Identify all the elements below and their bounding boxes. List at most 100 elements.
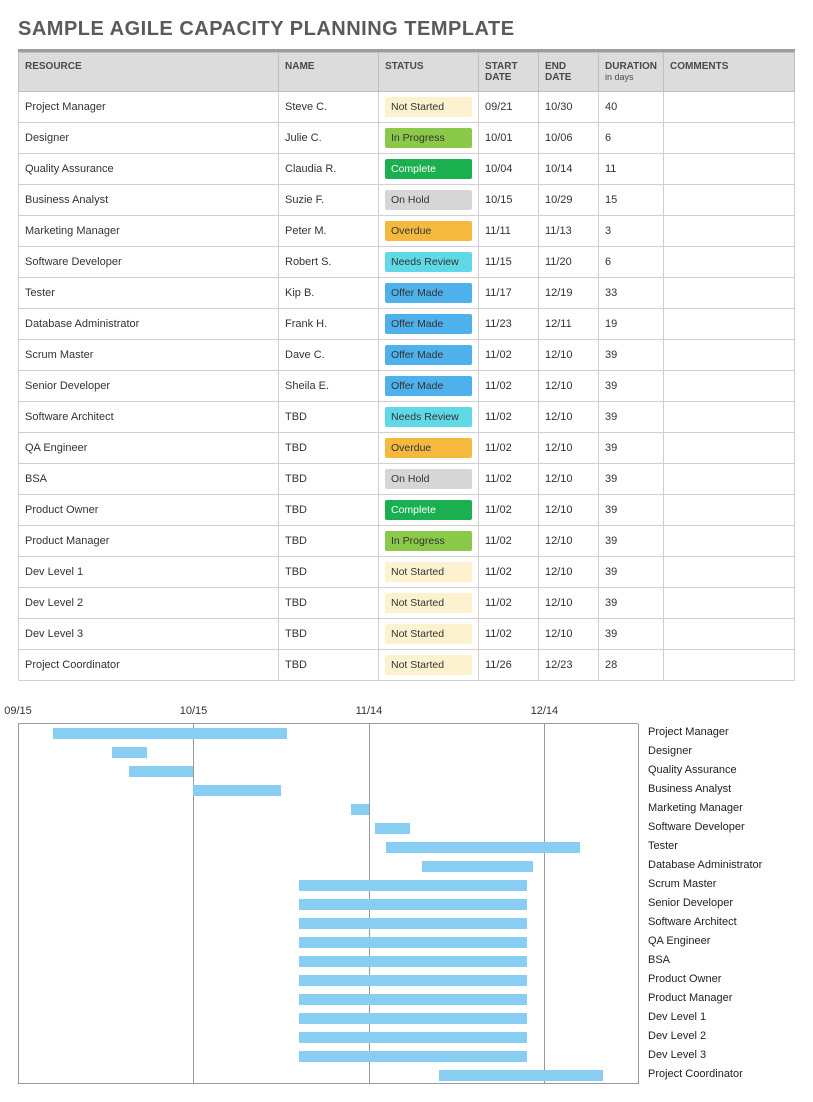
- table-row: Dev Level 3TBDNot Started11/0212/1039: [19, 619, 795, 650]
- gantt-row: [18, 819, 638, 838]
- resource-cell: BSA: [19, 464, 279, 495]
- status-cell: Complete: [379, 154, 479, 185]
- col-resource-header: RESOURCE: [19, 53, 279, 92]
- end-date-cell: 12/10: [539, 526, 599, 557]
- status-chip: Complete: [385, 159, 472, 179]
- start-date-cell: 11/02: [479, 402, 539, 433]
- status-chip: Overdue: [385, 438, 472, 458]
- resource-cell: Software Developer: [19, 247, 279, 278]
- gantt-row: [18, 781, 638, 800]
- name-cell: TBD: [279, 557, 379, 588]
- gantt-row: [18, 762, 638, 781]
- gantt-bar: [299, 1013, 527, 1024]
- start-date-cell: 11/02: [479, 371, 539, 402]
- table-row: Senior DeveloperSheila E.Offer Made11/02…: [19, 371, 795, 402]
- start-date-cell: 10/01: [479, 123, 539, 154]
- table-row: Scrum MasterDave C.Offer Made11/0212/103…: [19, 340, 795, 371]
- status-cell: Overdue: [379, 216, 479, 247]
- start-date-cell: 10/15: [479, 185, 539, 216]
- start-date-cell: 09/21: [479, 92, 539, 123]
- duration-cell: 6: [599, 247, 664, 278]
- start-date-cell: 11/02: [479, 557, 539, 588]
- status-chip: Needs Review: [385, 407, 472, 427]
- table-row: Project CoordinatorTBDNot Started11/2612…: [19, 650, 795, 681]
- gantt-bar: [351, 804, 369, 815]
- gantt-row-label: Product Owner: [638, 970, 795, 989]
- table-row: Software DeveloperRobert S.Needs Review1…: [19, 247, 795, 278]
- name-cell: Suzie F.: [279, 185, 379, 216]
- gantt-bar: [299, 937, 527, 948]
- table-row: Project ManagerSteve C.Not Started09/211…: [19, 92, 795, 123]
- start-date-cell: 11/02: [479, 433, 539, 464]
- gantt-axis-tick: 12/14: [531, 705, 559, 717]
- capacity-table: RESOURCE NAME STATUS START DATE END DATE…: [18, 52, 795, 681]
- duration-cell: 15: [599, 185, 664, 216]
- status-chip: Not Started: [385, 593, 472, 613]
- gantt-row-labels: Project ManagerDesignerQuality Assurance…: [638, 705, 795, 1084]
- resource-cell: Software Architect: [19, 402, 279, 433]
- table-row: Product OwnerTBDComplete11/0212/1039: [19, 495, 795, 526]
- gantt-bar: [439, 1070, 603, 1081]
- gantt-row-label: Scrum Master: [638, 875, 795, 894]
- name-cell: TBD: [279, 495, 379, 526]
- status-cell: Offer Made: [379, 340, 479, 371]
- end-date-cell: 10/14: [539, 154, 599, 185]
- status-cell: Not Started: [379, 619, 479, 650]
- table-row: Dev Level 1TBDNot Started11/0212/1039: [19, 557, 795, 588]
- resource-cell: Designer: [19, 123, 279, 154]
- end-date-cell: 12/10: [539, 371, 599, 402]
- gantt-row-label: QA Engineer: [638, 932, 795, 951]
- resource-cell: QA Engineer: [19, 433, 279, 464]
- status-cell: Complete: [379, 495, 479, 526]
- gantt-row-label: Business Analyst: [638, 780, 795, 799]
- start-date-cell: 11/02: [479, 526, 539, 557]
- resource-cell: Tester: [19, 278, 279, 309]
- end-date-cell: 10/30: [539, 92, 599, 123]
- table-row: Software ArchitectTBDNeeds Review11/0212…: [19, 402, 795, 433]
- resource-cell: Product Manager: [19, 526, 279, 557]
- status-chip: Offer Made: [385, 283, 472, 303]
- gantt-bar: [299, 899, 527, 910]
- resource-cell: Dev Level 1: [19, 557, 279, 588]
- start-date-cell: 11/11: [479, 216, 539, 247]
- status-chip: Not Started: [385, 562, 472, 582]
- end-date-cell: 11/13: [539, 216, 599, 247]
- status-chip: Overdue: [385, 221, 472, 241]
- gantt-bar: [299, 994, 527, 1005]
- gantt-row-label: Dev Level 2: [638, 1027, 795, 1046]
- start-date-cell: 11/17: [479, 278, 539, 309]
- comments-cell: [664, 216, 795, 247]
- col-status-header: STATUS: [379, 53, 479, 92]
- gantt-bar: [299, 1032, 527, 1043]
- name-cell: Kip B.: [279, 278, 379, 309]
- status-cell: On Hold: [379, 185, 479, 216]
- end-date-cell: 12/10: [539, 495, 599, 526]
- gantt-row-label: Tester: [638, 837, 795, 856]
- gantt-row: [18, 1066, 638, 1085]
- status-cell: Needs Review: [379, 402, 479, 433]
- status-chip: On Hold: [385, 190, 472, 210]
- resource-cell: Quality Assurance: [19, 154, 279, 185]
- end-date-cell: 12/10: [539, 402, 599, 433]
- gantt-chart: 09/1510/1511/1412/14 Project ManagerDesi…: [18, 705, 795, 1084]
- end-date-cell: 12/10: [539, 557, 599, 588]
- status-chip: Offer Made: [385, 314, 472, 334]
- col-duration-header: DURATION in days: [599, 53, 664, 92]
- name-cell: Claudia R.: [279, 154, 379, 185]
- status-cell: Offer Made: [379, 371, 479, 402]
- gantt-row-label: Designer: [638, 742, 795, 761]
- comments-cell: [664, 340, 795, 371]
- gantt-row: [18, 1009, 638, 1028]
- status-chip: Complete: [385, 500, 472, 520]
- duration-cell: 3: [599, 216, 664, 247]
- comments-cell: [664, 123, 795, 154]
- comments-cell: [664, 526, 795, 557]
- gantt-axis: 09/1510/1511/1412/14: [18, 705, 638, 723]
- start-date-cell: 11/02: [479, 619, 539, 650]
- comments-cell: [664, 402, 795, 433]
- gantt-row-label: Dev Level 1: [638, 1008, 795, 1027]
- gantt-bar: [129, 766, 193, 777]
- status-cell: Offer Made: [379, 309, 479, 340]
- gantt-row: [18, 838, 638, 857]
- gantt-axis-tick: 10/15: [180, 705, 208, 717]
